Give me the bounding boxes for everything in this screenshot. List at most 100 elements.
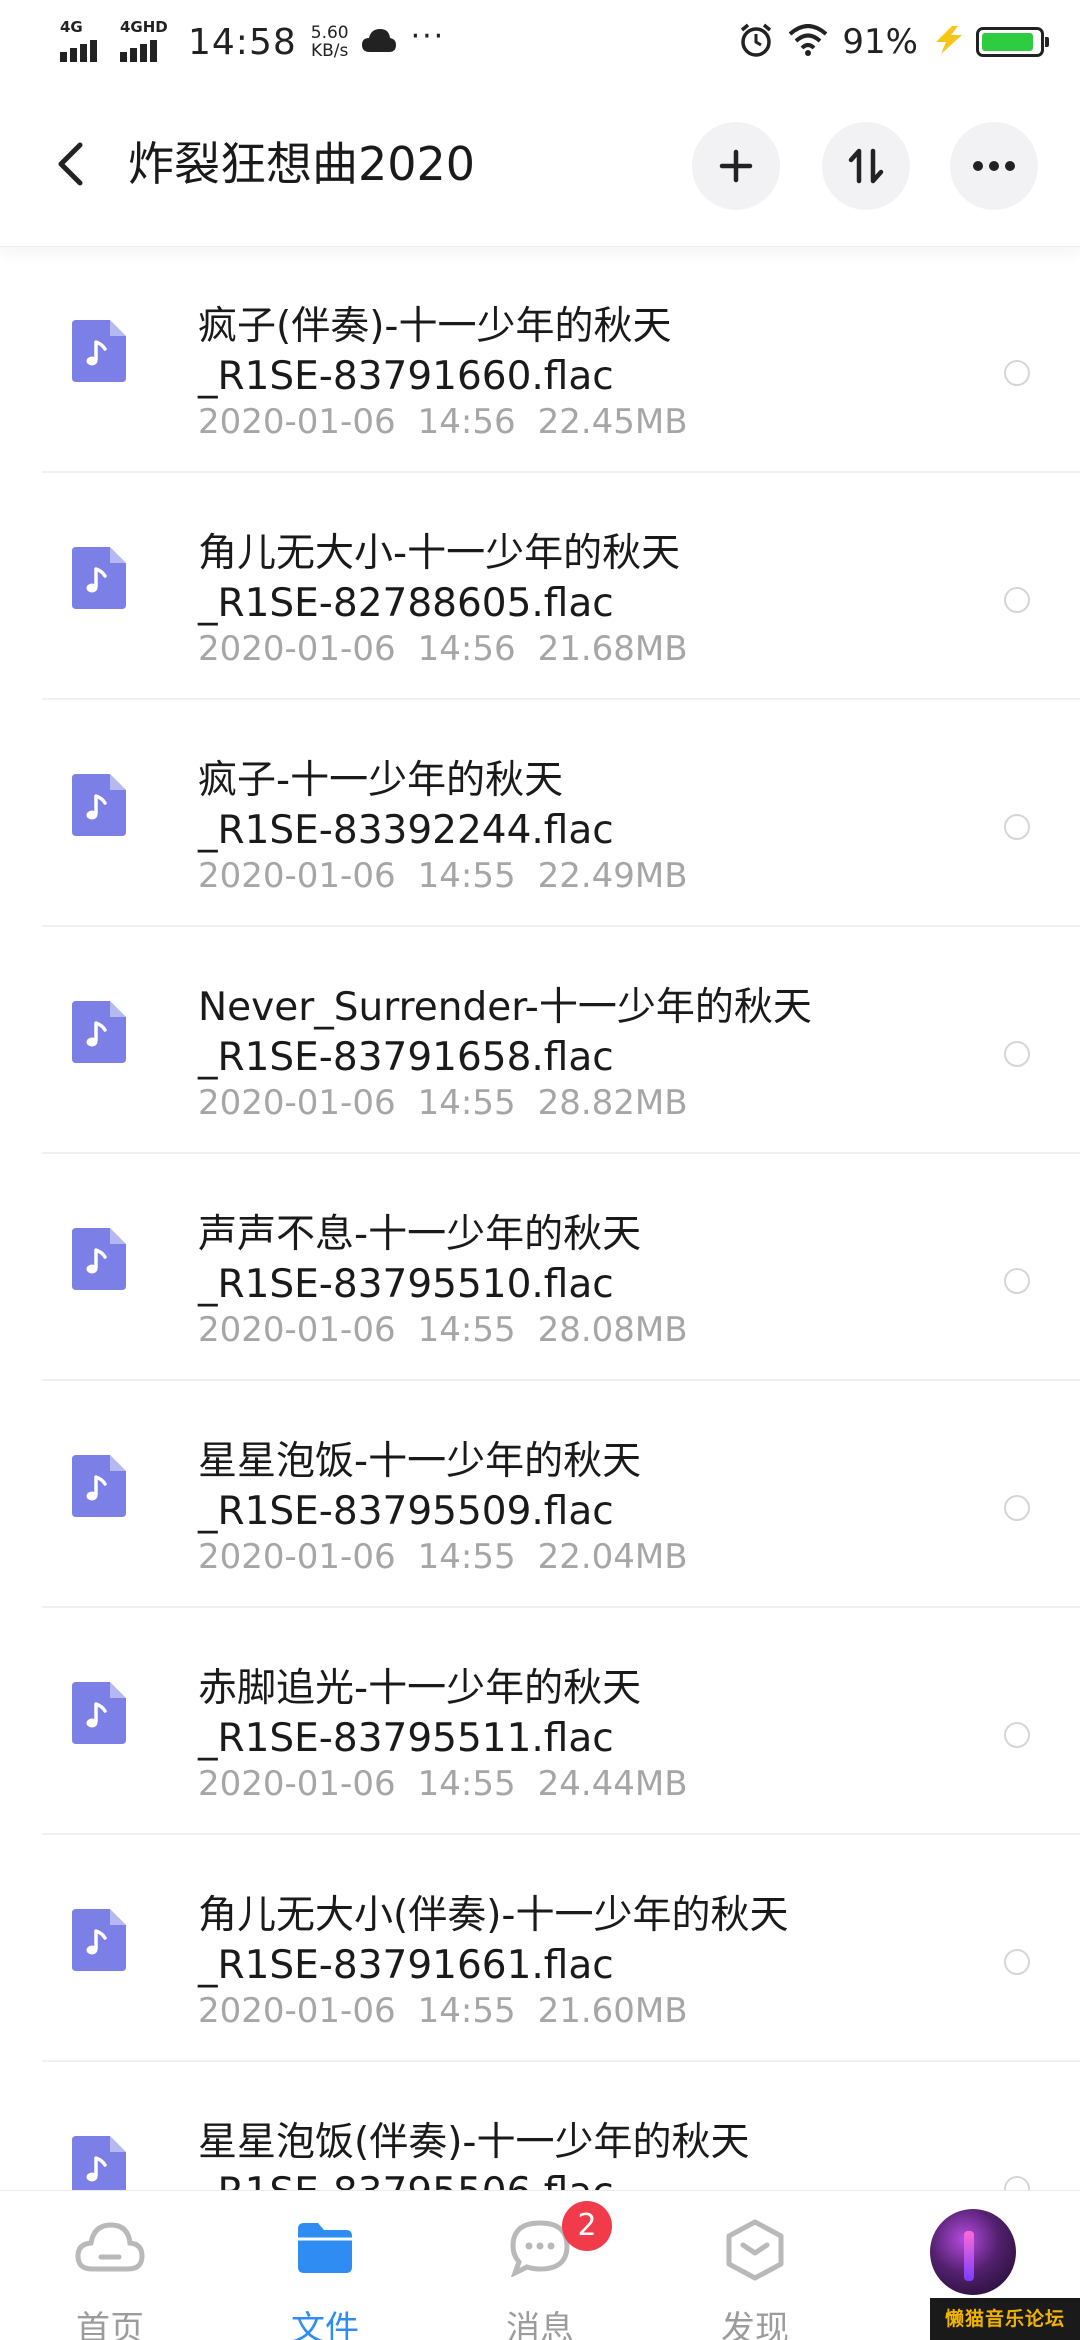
file-size: 22.49MB [537,856,688,896]
signal-icon: 4G [60,20,110,64]
file-name: 赤脚追光-十一少年的秋天 _R1SE-83795511.flac [198,1664,641,1764]
tab-home[interactable]: 首页 [10,2191,210,2340]
file-row[interactable]: Never_Surrender-十一少年的秋天 _R1SE-83791658.fl… [42,927,1080,1154]
more-button[interactable] [950,122,1038,210]
file-meta: 2020-01-06 14:55 28.82MB [198,1083,710,1123]
battery-level-fill [982,33,1033,51]
file-time: 14:55 [417,1991,516,2031]
file-size: 24.44MB [537,1764,688,1804]
file-name: 星星泡饭(伴奏)-十一少年的秋天 _R1SE-83795506.flac [198,2118,750,2190]
file-size: 22.45MB [537,402,688,442]
file-name: 疯子(伴奏)-十一少年的秋天 _R1SE-83791660.flac [198,302,672,402]
tab-files-label: 文件 [291,2309,359,2340]
back-button[interactable] [48,134,92,194]
file-name: Never_Surrender-十一少年的秋天 _R1SE-83791658.fl… [198,983,812,1083]
file-row[interactable]: 角儿无大小-十一少年的秋天 _R1SE-82788605.flac 2020-01-… [42,473,1080,700]
file-row[interactable]: 角儿无大小(伴奏)-十一少年的秋天 _R1SE-83791661.flac 2020… [42,1835,1080,2062]
file-meta: 2020-01-06 14:55 22.49MB [198,856,710,896]
file-time: 14:56 [417,402,516,442]
select-radio[interactable] [1004,814,1030,840]
file-meta: 2020-01-06 14:56 21.68MB [198,629,710,669]
file-time: 14:56 [417,629,516,669]
file-row[interactable]: 疯子-十一少年的秋天 _R1SE-83392244.flac 2020-01-06 1… [42,700,1080,927]
screen: 4G 4GHD 14:58 5.60 KB/s ··· 91% 炸裂狂想曲202… [0,0,1080,2340]
header: 炸裂狂想曲2020 [0,84,1080,247]
select-radio[interactable] [1004,1268,1030,1294]
bottom-nav: 首页 文件 2 消息 发现 [0,2190,1080,2340]
file-date: 2020-01-06 [198,1537,396,1577]
select-radio[interactable] [1004,1949,1030,1975]
file-date: 2020-01-06 [198,1083,396,1123]
file-time: 14:55 [417,1310,516,1350]
tab-files[interactable]: 文件 [225,2191,425,2340]
file-time: 14:55 [417,1537,516,1577]
sort-button[interactable] [822,122,910,210]
file-list: 疯子(伴奏)-十一少年的秋天 _R1SE-83791660.flac 2020-01… [0,246,1080,2190]
status-bar: 4G 4GHD 14:58 5.60 KB/s ··· 91% [0,0,1080,84]
file-meta: 2020-01-06 14:55 24.44MB [198,1764,710,1804]
file-name-line-2: _R1SE-82788605.flac [198,581,614,626]
add-button[interactable] [692,122,780,210]
network-speed-unit: KB/s [310,41,349,61]
status-time: 14:58 [188,21,297,63]
file-name-line-2: _R1SE-83791661.flac [198,1943,614,1988]
avatar[interactable] [930,2209,1016,2295]
discover-icon [725,2219,785,2285]
music-file-icon [72,547,126,609]
music-file-icon [72,320,126,382]
network-speed-value: 5.60 [310,23,349,43]
page-title: 炸裂狂想曲2020 [128,137,476,191]
file-name: 角儿无大小(伴奏)-十一少年的秋天 _R1SE-83791661.flac [198,1891,789,1991]
charging-icon [932,25,966,59]
file-name-line-2: _R1SE-83795510.flac [198,1262,614,1307]
file-name-line-2: _R1SE-83791658.flac [198,1035,614,1080]
status-left: 4G 4GHD 14:58 5.60 KB/s ··· [60,18,445,66]
file-time: 14:55 [417,856,516,896]
file-name-line-1: 声声不息-十一少年的秋天 [198,1212,642,1257]
file-row[interactable]: 声声不息-十一少年的秋天 _R1SE-83795510.flac 2020-01-0… [42,1154,1080,1381]
more-icon [973,161,1015,171]
tab-discover[interactable]: 发现 [655,2191,855,2340]
status-right: 91% [724,18,1049,66]
select-radio[interactable] [1004,587,1030,613]
file-name-line-1: 星星泡饭(伴奏)-十一少年的秋天 [198,2120,750,2165]
tab-messages[interactable]: 2 消息 [440,2191,640,2340]
file-row[interactable]: 星星泡饭-十一少年的秋天 _R1SE-83795509.flac 2020-01-0… [42,1381,1080,1608]
file-name-line-1: 疯子-十一少年的秋天 [198,758,564,803]
sort-icon [848,148,884,184]
file-name-line-2: _R1SE-83392244.flac [198,808,614,853]
music-file-icon [72,1228,126,1290]
file-name-line-1: 星星泡饭-十一少年的秋天 [198,1439,642,1484]
file-name-line-2: _R1SE-83795506.flac [198,2168,750,2190]
tab-discover-label: 发现 [721,2309,789,2340]
network-type-label-2: 4GHD [120,18,168,36]
file-meta: 2020-01-06 14:56 22.45MB [198,402,710,442]
music-file-icon [72,1682,126,1744]
file-time: 14:55 [417,1764,516,1804]
tab-messages-label: 消息 [506,2309,574,2340]
file-name-line-1: 角儿无大小-十一少年的秋天 [198,531,681,576]
file-row[interactable]: 疯子(伴奏)-十一少年的秋天 _R1SE-83791660.flac 2020-01… [42,246,1080,473]
file-size: 28.82MB [537,1083,688,1123]
file-date: 2020-01-06 [198,1764,396,1804]
tab-home-label: 首页 [76,2309,144,2340]
file-size: 21.68MB [537,629,688,669]
file-date: 2020-01-06 [198,1310,396,1350]
music-file-icon [72,2136,126,2190]
cloud-icon [361,26,397,58]
select-radio[interactable] [1004,1495,1030,1521]
file-row[interactable]: 星星泡饭(伴奏)-十一少年的秋天 _R1SE-83795506.flac [42,2062,1080,2190]
select-radio[interactable] [1004,360,1030,386]
file-row[interactable]: 赤脚追光-十一少年的秋天 _R1SE-83795511.flac 2020-01-0… [42,1608,1080,1835]
select-radio[interactable] [1004,2176,1030,2190]
file-name: 疯子-十一少年的秋天 _R1SE-83392244.flac [198,756,614,856]
file-size: 22.04MB [537,1537,688,1577]
file-name-line-1: 赤脚追光-十一少年的秋天 [198,1666,642,1711]
select-radio[interactable] [1004,1041,1030,1067]
file-date: 2020-01-06 [198,402,396,442]
file-time: 14:55 [417,1083,516,1123]
select-radio[interactable] [1004,1722,1030,1748]
file-meta: 2020-01-06 14:55 22.04MB [198,1537,710,1577]
file-name: 角儿无大小-十一少年的秋天 _R1SE-82788605.flac [198,529,680,629]
music-file-icon [72,1001,126,1063]
